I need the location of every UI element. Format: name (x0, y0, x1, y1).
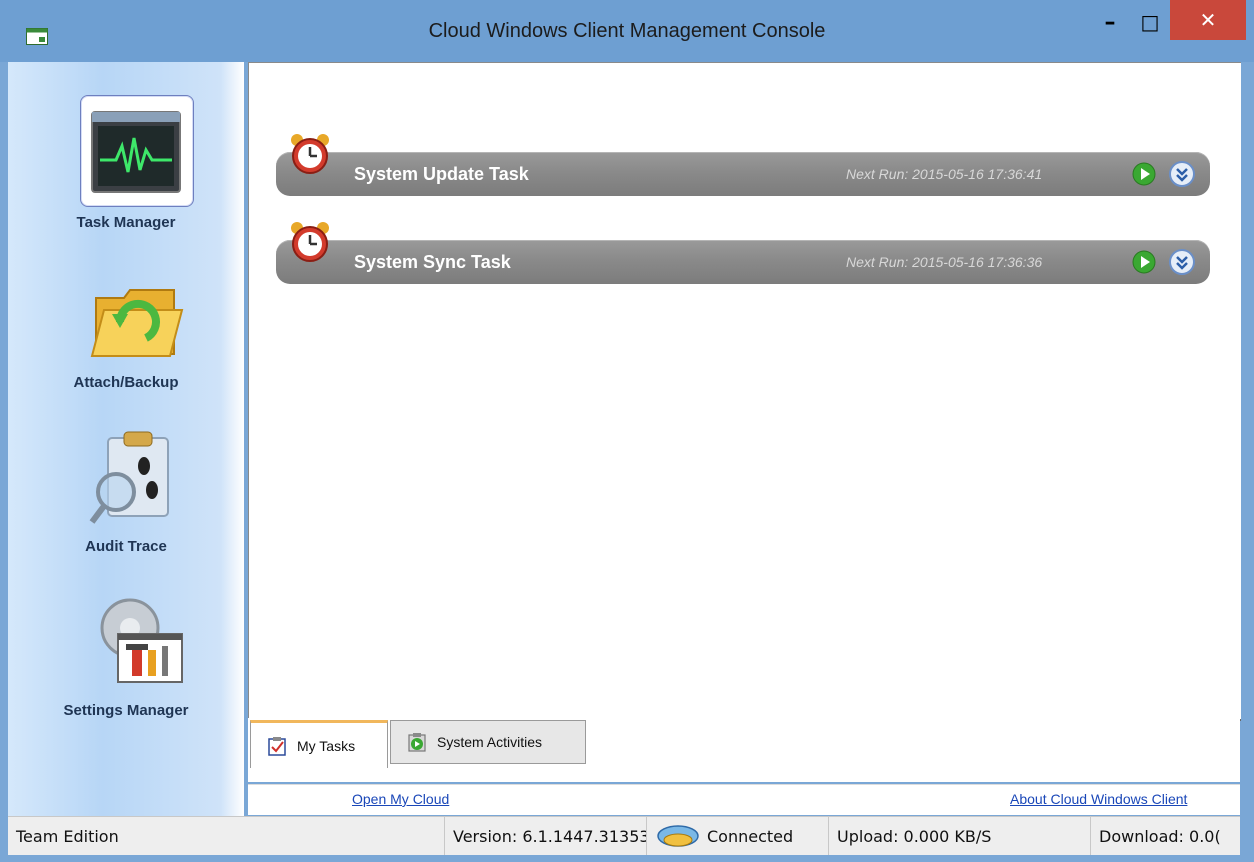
sidebar-item-task-manager[interactable]: Task Manager (8, 102, 244, 232)
status-edition: Team Edition (16, 826, 119, 846)
settings-tools-icon (100, 598, 183, 683)
chevron-down-icon[interactable] (1168, 248, 1196, 276)
chevron-down-icon[interactable] (1168, 160, 1196, 188)
alarm-clock-icon (291, 222, 329, 262)
sidebar-item-label: Attach/Backup (73, 374, 179, 391)
checklist-icon (268, 736, 286, 756)
open-my-cloud-link[interactable]: Open My Cloud (352, 791, 449, 807)
play-icon[interactable] (1132, 162, 1156, 186)
task-next-run: Next Run: 2015-05-16 17:36:41 (846, 166, 1043, 182)
task-name: System Sync Task (354, 252, 511, 272)
task-next-run: Next Run: 2015-05-16 17:36:36 (846, 254, 1043, 270)
close-button[interactable]: ✕ (1170, 0, 1246, 40)
app-window: Cloud Windows Client Management Console … (0, 0, 1254, 862)
audit-trace-icon (89, 431, 169, 524)
window-title: Cloud Windows Client Management Console (428, 20, 826, 42)
maximize-button[interactable]: □ (1130, 0, 1170, 44)
status-download: Download: 0.0( (1090, 817, 1240, 855)
sidebar-item-attach-backup[interactable]: Attach/Backup (8, 262, 244, 402)
status-connected: Connected (707, 826, 794, 846)
task-row[interactable]: System Sync Task Next Run: 2015-05-16 17… (276, 240, 1210, 284)
maximize-icon: □ (1140, 10, 1160, 34)
status-connection-cell: Connected (646, 817, 828, 855)
activities-icon (408, 733, 426, 752)
sidebar-item-audit-trace[interactable]: Audit Trace (8, 426, 244, 566)
tab-my-tasks[interactable]: My Tasks (250, 720, 388, 768)
play-icon[interactable] (1132, 250, 1156, 274)
sidebar-item-settings-manager[interactable]: Settings Manager (8, 590, 244, 730)
sidebar-item-label: Settings Manager (63, 702, 189, 719)
status-version: Version: 6.1.1447.31353 (444, 817, 646, 855)
title-bar: Cloud Windows Client Management Console … (0, 0, 1254, 62)
footer-links: Open My Cloud About Cloud Windows Client (248, 784, 1240, 815)
task-manager-icon (91, 111, 181, 193)
alarm-clock-icon (291, 134, 329, 174)
status-upload: Upload: 0.000 KB/S (828, 817, 1090, 855)
tab-system-activities[interactable]: System Activities (390, 720, 586, 764)
tab-label: My Tasks (297, 737, 356, 754)
sidebar: Task Manager Attach/Backup Audit Trace S… (8, 62, 244, 816)
folder-backup-icon (90, 289, 184, 357)
status-bar: Team Edition Version: 6.1.1447.31353 Con… (8, 816, 1240, 855)
sidebar-item-label: Audit Trace (85, 538, 167, 555)
task-name: System Update Task (354, 164, 529, 184)
close-icon: ✕ (1199, 8, 1217, 32)
minimize-button[interactable]: – (1090, 0, 1130, 44)
tab-label: System Activities (437, 734, 543, 750)
minimize-icon: – (1104, 9, 1116, 35)
task-row[interactable]: System Update Task Next Run: 2015-05-16 … (276, 152, 1210, 196)
about-link[interactable]: About Cloud Windows Client (1010, 791, 1187, 807)
sidebar-item-label: Task Manager (76, 214, 176, 231)
connection-icon (657, 825, 699, 847)
